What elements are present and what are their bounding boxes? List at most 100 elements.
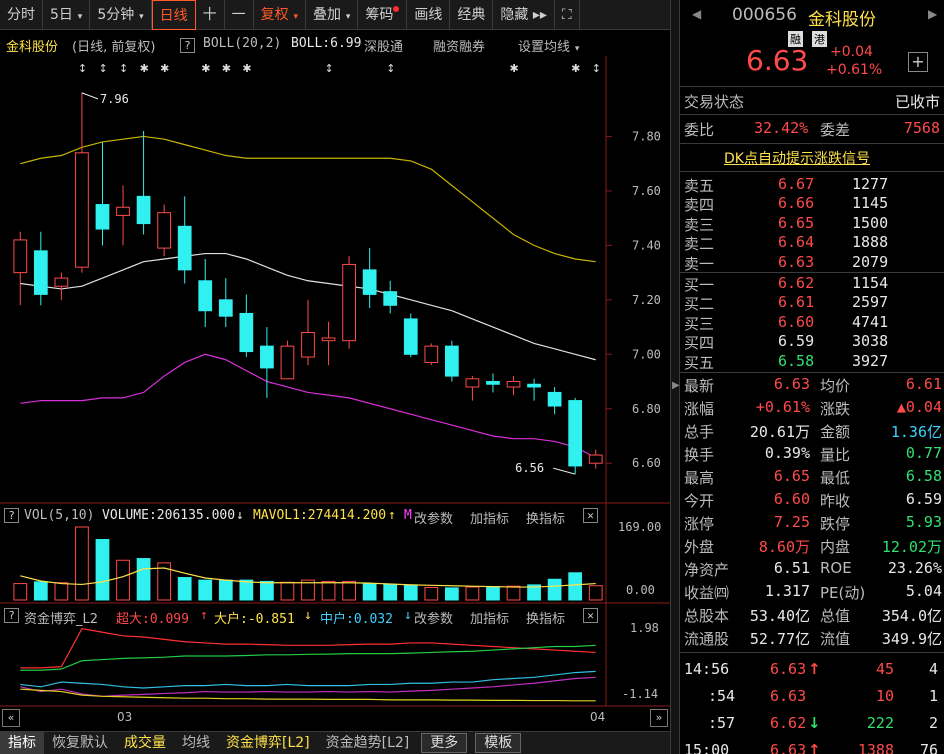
toolbar-button-1[interactable]: 5日 ▾ <box>43 0 91 30</box>
stat-value: 6.63 <box>773 375 810 393</box>
bids-level-row[interactable]: 买二 6.61 2597 <box>680 293 944 313</box>
toolbar-button-10[interactable]: 经典 <box>450 0 494 30</box>
book-price: 6.67 <box>778 175 815 193</box>
stat-label: 最高 <box>684 469 715 487</box>
bids-level-row[interactable]: 买五 6.58 3927 <box>680 352 944 372</box>
hk-badge: 港 <box>812 31 827 47</box>
candle-body <box>218 299 233 317</box>
toolbar-button-label: 一 <box>231 7 246 23</box>
change-param-button[interactable]: 改参数 <box>414 608 453 627</box>
toolbar-button-6[interactable]: 复权 ▾ <box>254 0 307 30</box>
divider <box>680 372 944 373</box>
switch-indicator-button[interactable]: 换指标 <box>526 508 565 527</box>
asks-level-row[interactable]: 卖一 6.63 2079 <box>680 252 944 273</box>
book-price: 6.63 <box>778 252 815 271</box>
tick-row[interactable]: 14:56 6.63 ↑ 45 4 <box>680 660 944 682</box>
super-large-value: 超大:0.099 <box>116 612 189 627</box>
scroll-right-icon[interactable]: » <box>650 709 668 727</box>
stat-label: 流值 <box>820 630 851 648</box>
bottom-tab-4[interactable]: 资金博弈[L2] <box>218 732 318 754</box>
panel-splitter[interactable]: ▶ <box>670 0 680 754</box>
toolbar-button-label: 叠加 <box>313 7 342 23</box>
toolbar-button-8[interactable]: 筹码 <box>358 0 408 30</box>
next-stock-icon[interactable]: ▶ <box>928 7 937 21</box>
bottom-tab-1[interactable]: 恢复默认 <box>44 732 116 754</box>
toolbar-button-4[interactable]: 十 <box>196 0 225 30</box>
mid-line <box>20 644 596 671</box>
candle-body <box>239 312 254 353</box>
volume-bar <box>33 581 48 601</box>
tick-row[interactable]: :54 6.63 10 1 <box>680 687 944 709</box>
stock-code: 000656 <box>732 5 797 25</box>
bids-level-row[interactable]: 买四 6.59 3038 <box>680 332 944 352</box>
change-param-button[interactable]: 改参数 <box>414 508 453 527</box>
bottom-tab-6[interactable]: 更多 <box>421 733 468 753</box>
tick-arrow-icon: ↓ <box>808 714 821 732</box>
bottom-tab-7[interactable]: 模板 <box>475 733 522 753</box>
volume-bar <box>568 572 583 601</box>
stat-value: 52.77亿 <box>749 630 810 648</box>
toolbar-button-3[interactable]: 日线 <box>151 0 196 30</box>
asks-level-row[interactable]: 卖五 6.67 1277 <box>680 175 944 195</box>
y-axis-label: 7.60 <box>632 184 661 198</box>
toolbar-button-0[interactable]: 分时 <box>0 0 43 30</box>
tick-arrow-icon: ↑ <box>808 660 821 678</box>
scroll-left-icon[interactable]: « <box>2 709 20 727</box>
event-marker-icon: ✱ <box>201 62 210 75</box>
toolbar-button-5[interactable]: 一 <box>225 0 254 30</box>
close-icon[interactable]: ✕ <box>583 608 598 623</box>
toolbar-button-label: 十 <box>202 7 217 23</box>
bottom-tab-0[interactable]: 指标 <box>0 732 44 754</box>
add-watchlist-button[interactable]: + <box>908 52 928 72</box>
toolbar-button-12[interactable]: ⛶ <box>555 0 580 30</box>
toolbar-button-11[interactable]: 隐藏 ▸▸ <box>493 0 555 30</box>
stats-row: 换手 0.39% 量比 0.77 <box>680 444 944 466</box>
help-button[interactable]: ? <box>4 508 19 523</box>
prev-stock-icon[interactable]: ◀ <box>692 7 701 21</box>
volume-bar <box>136 558 151 601</box>
stat-value: 6.65 <box>773 467 810 485</box>
tick-row[interactable]: :57 6.62 ↓ 222 2 <box>680 714 944 736</box>
dk-signal-link[interactable]: DK点自动提示涨跌信号 <box>724 148 870 168</box>
stat-value: 6.61 <box>905 375 942 393</box>
m-label: M <box>404 508 412 523</box>
stat-value: 0.39% <box>764 444 810 462</box>
big-investor-line <box>20 688 596 702</box>
y-axis-label: 6.60 <box>632 456 661 470</box>
add-indicator-button[interactable]: 加指标 <box>470 608 509 627</box>
stat-label: 涨幅 <box>684 400 715 418</box>
candle-body <box>588 454 603 464</box>
close-icon[interactable]: ✕ <box>583 508 598 523</box>
bottom-tab-2[interactable]: 成交量 <box>116 732 174 754</box>
asks-level-row[interactable]: 卖三 6.65 1500 <box>680 214 944 234</box>
book-price: 6.66 <box>778 194 815 213</box>
candle-body <box>444 345 459 377</box>
toolbar-button-7[interactable]: 叠加 ▾ <box>306 0 359 30</box>
add-indicator-button[interactable]: 加指标 <box>470 508 509 527</box>
help-button[interactable]: ? <box>4 608 19 623</box>
tick-row[interactable]: 15:00 6.63 ↑ 1388 76 <box>680 741 944 754</box>
candle-body <box>301 332 315 358</box>
stock-header: ◀ 000656 金科股份 ▶ <box>680 4 944 30</box>
bids-level-row[interactable]: 买三 6.60 4741 <box>680 313 944 333</box>
candle-body <box>506 381 521 388</box>
toolbar-button-9[interactable]: 画线 <box>407 0 451 30</box>
candle-body <box>362 269 377 295</box>
collapse-arrow-icon[interactable]: ▶ <box>672 380 680 391</box>
x-axis-scrollbar[interactable]: « 03 04 » <box>0 708 670 728</box>
toolbar-button-2[interactable]: 5分钟 ▾ <box>90 0 152 30</box>
divider <box>680 86 944 87</box>
stat-value: 5.93 <box>905 513 942 531</box>
y-axis-label: 7.80 <box>632 129 661 143</box>
bottom-tab-5[interactable]: 资金趋势[L2] <box>318 732 418 754</box>
chevron-down-icon: ▾ <box>290 12 299 22</box>
bids-level-row[interactable]: 买一 6.62 1154 <box>680 274 944 294</box>
stat-value: +0.61% <box>755 398 810 416</box>
book-volume: 1154 <box>852 274 889 292</box>
bottom-tab-3[interactable]: 均线 <box>174 732 218 754</box>
switch-indicator-button[interactable]: 换指标 <box>526 608 565 627</box>
volume-bar <box>506 585 521 601</box>
asks-level-row[interactable]: 卖二 6.64 1888 <box>680 233 944 253</box>
asks-level-row[interactable]: 卖四 6.66 1145 <box>680 194 944 214</box>
stats-row: 流通股 52.77亿 流值 349.9亿 <box>680 628 944 650</box>
